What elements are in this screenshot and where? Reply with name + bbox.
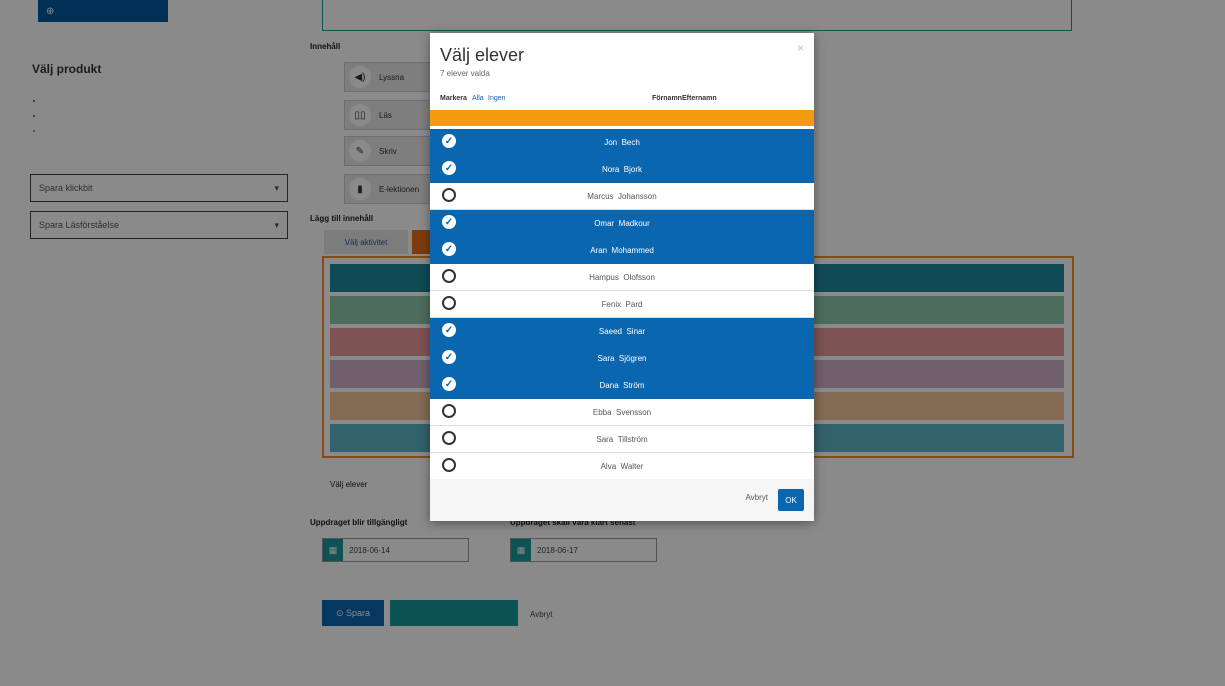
student-row[interactable]: Alva Walter <box>430 453 814 480</box>
student-last-name: Sinar <box>626 327 646 336</box>
student-last-name: Johansson <box>617 191 657 201</box>
modal-title: Välj elever <box>440 45 525 65</box>
student-last-name: Mohammed <box>611 246 654 255</box>
header-select-all[interactable]: Alla <box>472 95 484 102</box>
header-first-name: Förnamn <box>652 95 682 102</box>
student-last-name: Sjögren <box>618 354 647 363</box>
student-row[interactable]: Sara Tillström <box>430 426 814 453</box>
student-row[interactable]: ✓ Omar Madkour <box>430 210 814 237</box>
student-last-name: Svensson <box>616 407 652 417</box>
student-name: Marcus Johansson <box>430 192 814 201</box>
student-name: Fenix Pard <box>430 300 814 309</box>
header-last-name: Efternamn <box>682 95 717 102</box>
modal-table-header: Markera Alla Ingen Förnamn Efternamn <box>430 91 814 109</box>
header-select-none[interactable]: Ingen <box>488 95 506 102</box>
student-last-name: Pard <box>625 299 643 309</box>
student-first-name: Dana <box>599 381 619 390</box>
student-first-name: Aran <box>590 246 608 255</box>
student-name: Nora Bjork <box>430 165 814 174</box>
student-row[interactable]: Ebba Svensson <box>430 399 814 426</box>
student-row[interactable]: ✓ Sara Sjögren <box>430 345 814 372</box>
student-row[interactable]: Hampus Olofsson <box>430 264 814 291</box>
student-last-name: Walter <box>620 461 644 471</box>
student-name: Jon Bech <box>430 138 814 147</box>
student-name: Alva Walter <box>430 462 814 471</box>
student-last-name: Bech <box>621 138 640 147</box>
student-first-name: Sara <box>596 434 614 444</box>
student-name: Aran Mohammed <box>430 246 814 255</box>
student-row[interactable]: ✓ Nora Bjork <box>430 156 814 183</box>
student-name: Saeed Sinar <box>430 327 814 336</box>
student-name: Ebba Svensson <box>430 408 814 417</box>
modal-subtitle: 7 elever valda <box>440 69 490 78</box>
student-row[interactable]: ✓ Dana Ström <box>430 372 814 399</box>
ok-button[interactable]: OK <box>778 489 804 511</box>
student-row[interactable]: Fenix Pard <box>430 291 814 318</box>
student-name: Omar Madkour <box>430 219 814 228</box>
student-last-name: Bjork <box>623 165 643 174</box>
student-first-name: Ebba <box>592 407 612 417</box>
student-last-name: Madkour <box>618 219 650 228</box>
student-name: Dana Ström <box>430 381 814 390</box>
student-first-name: Sara <box>597 354 615 363</box>
student-row[interactable]: ✓ Aran Mohammed <box>430 237 814 264</box>
student-last-name: Ström <box>623 381 645 390</box>
student-name: Sara Sjögren <box>430 354 814 363</box>
student-first-name: Jon <box>604 138 618 147</box>
student-name: Hampus Olofsson <box>430 273 814 282</box>
student-row[interactable]: ✓ Jon Bech <box>430 129 814 156</box>
student-first-name: Fenix <box>601 299 622 309</box>
close-icon[interactable]: × <box>797 41 804 55</box>
student-name: Sara Tillström <box>430 435 814 444</box>
student-first-name: Alva <box>600 461 617 471</box>
student-first-name: Saeed <box>598 327 622 336</box>
student-row[interactable]: Marcus Johansson <box>430 183 814 210</box>
student-first-name: Hampus <box>589 272 619 282</box>
warning-banner <box>430 110 814 126</box>
student-last-name: Olofsson <box>623 272 655 282</box>
modal-footer: Avbryt OK <box>430 479 814 521</box>
student-last-name: Tillström <box>617 434 648 444</box>
student-row[interactable]: ✓ Saeed Sinar <box>430 318 814 345</box>
cancel-button[interactable]: Avbryt <box>745 493 768 502</box>
header-mark-label: Markera <box>440 95 467 102</box>
student-first-name: Marcus <box>587 191 614 201</box>
student-first-name: Nora <box>601 165 620 174</box>
choose-students-modal: Välj elever 7 elever valda × Markera All… <box>430 33 814 521</box>
student-first-name: Omar <box>594 219 615 228</box>
